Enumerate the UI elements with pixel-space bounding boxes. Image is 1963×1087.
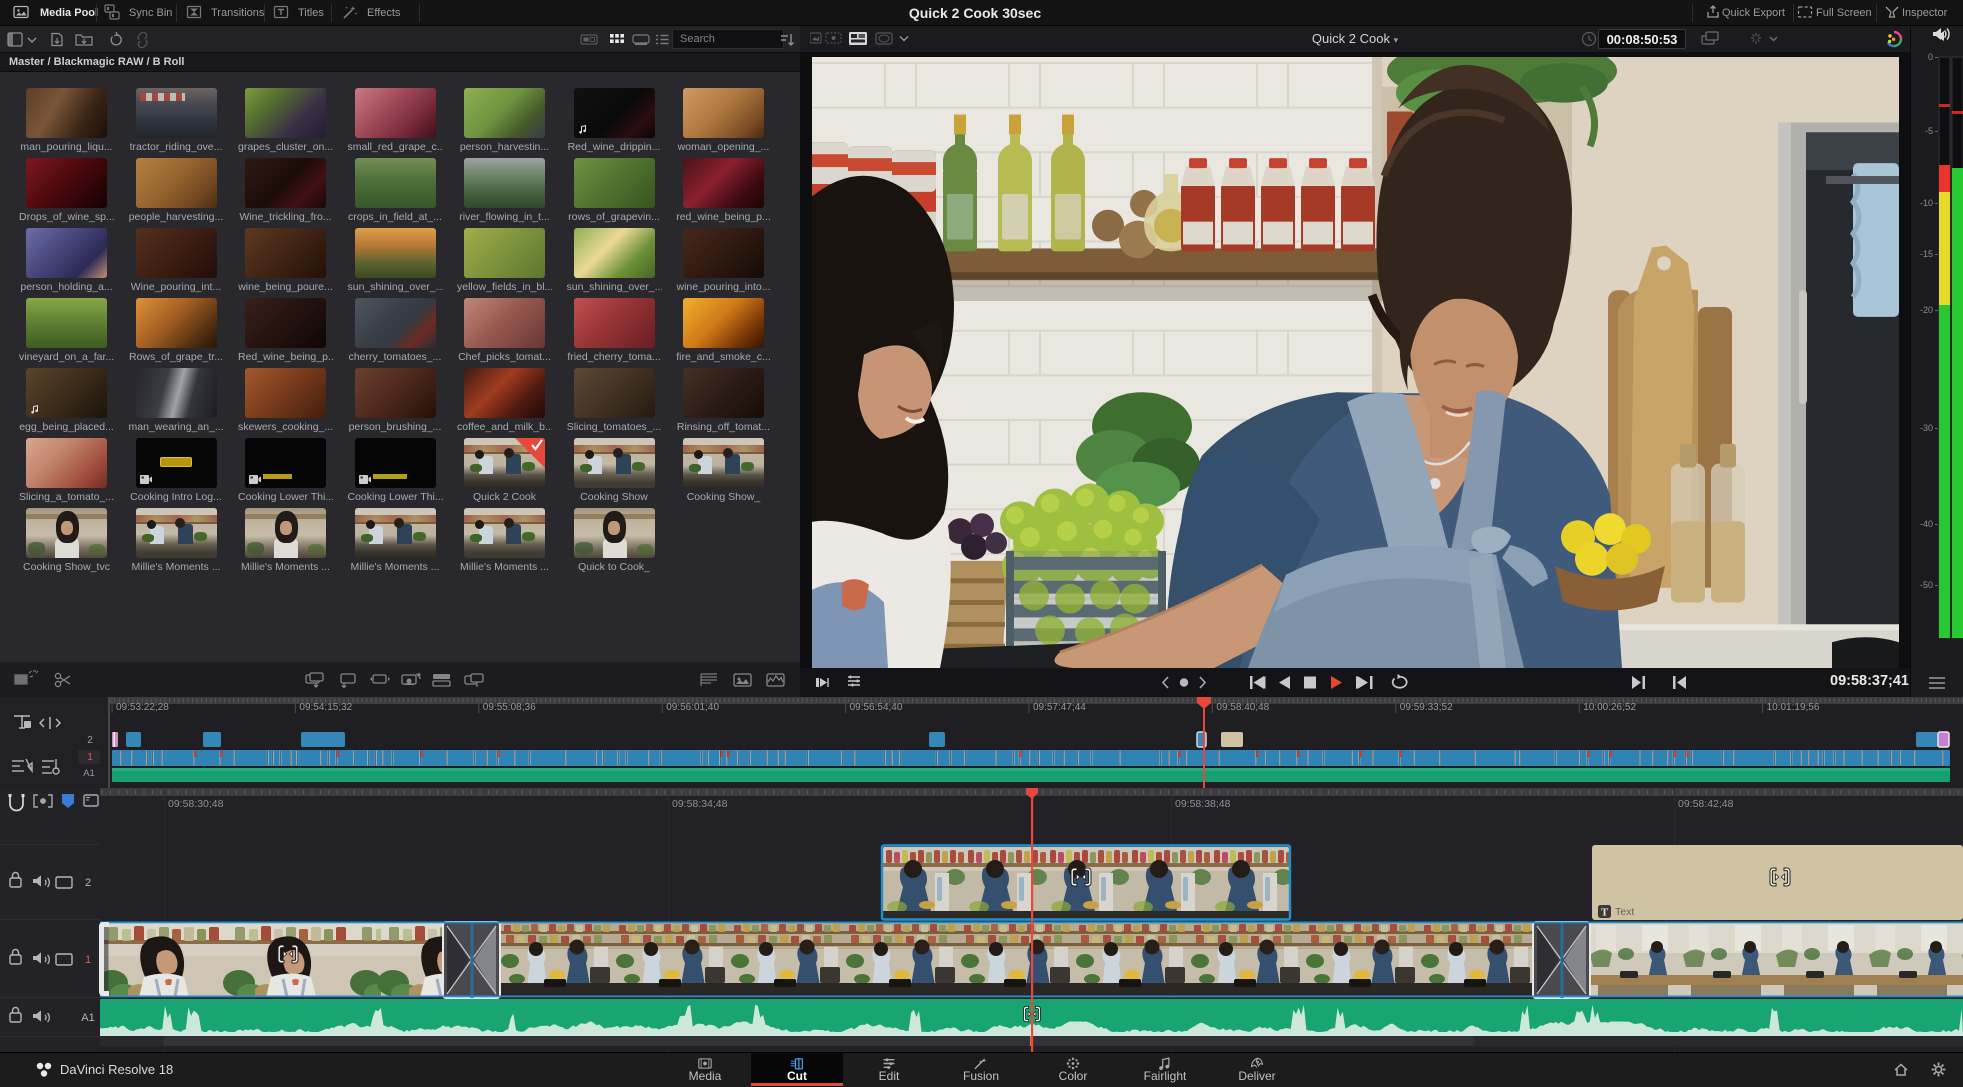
svg-text:-15: -15 (1920, 249, 1933, 259)
svg-text:1: 1 (87, 752, 93, 763)
svg-text:-40: -40 (1920, 519, 1933, 529)
svg-text:Text: Text (1615, 906, 1634, 918)
svg-text:-5: -5 (1925, 126, 1933, 136)
svg-text:09:55:08;36: 09:55:08;36 (483, 702, 536, 713)
svg-text:09:56:54;40: 09:56:54;40 (850, 702, 903, 713)
svg-text:A1: A1 (83, 768, 95, 779)
svg-text:-20: -20 (1920, 305, 1933, 315)
svg-text:-10: -10 (1920, 198, 1933, 208)
svg-text:-30: -30 (1920, 423, 1933, 433)
svg-text:09:58:40;48: 09:58:40;48 (1216, 702, 1269, 713)
svg-text:09:57:47;44: 09:57:47;44 (1033, 702, 1086, 713)
svg-text:09:59:33;52: 09:59:33;52 (1400, 702, 1453, 713)
svg-text:T: T (1601, 907, 1609, 919)
svg-text:10:00:26;52: 10:00:26;52 (1583, 702, 1636, 713)
svg-text:09:56:01;40: 09:56:01;40 (666, 702, 719, 713)
svg-text:09:53:22;28: 09:53:22;28 (116, 702, 169, 713)
svg-text:09:54:15;32: 09:54:15;32 (299, 702, 352, 713)
svg-text:2: 2 (87, 735, 93, 746)
svg-text:0: 0 (1928, 52, 1933, 62)
svg-text:-50: -50 (1920, 580, 1933, 590)
svg-text:10:01:19;56: 10:01:19;56 (1767, 702, 1820, 713)
